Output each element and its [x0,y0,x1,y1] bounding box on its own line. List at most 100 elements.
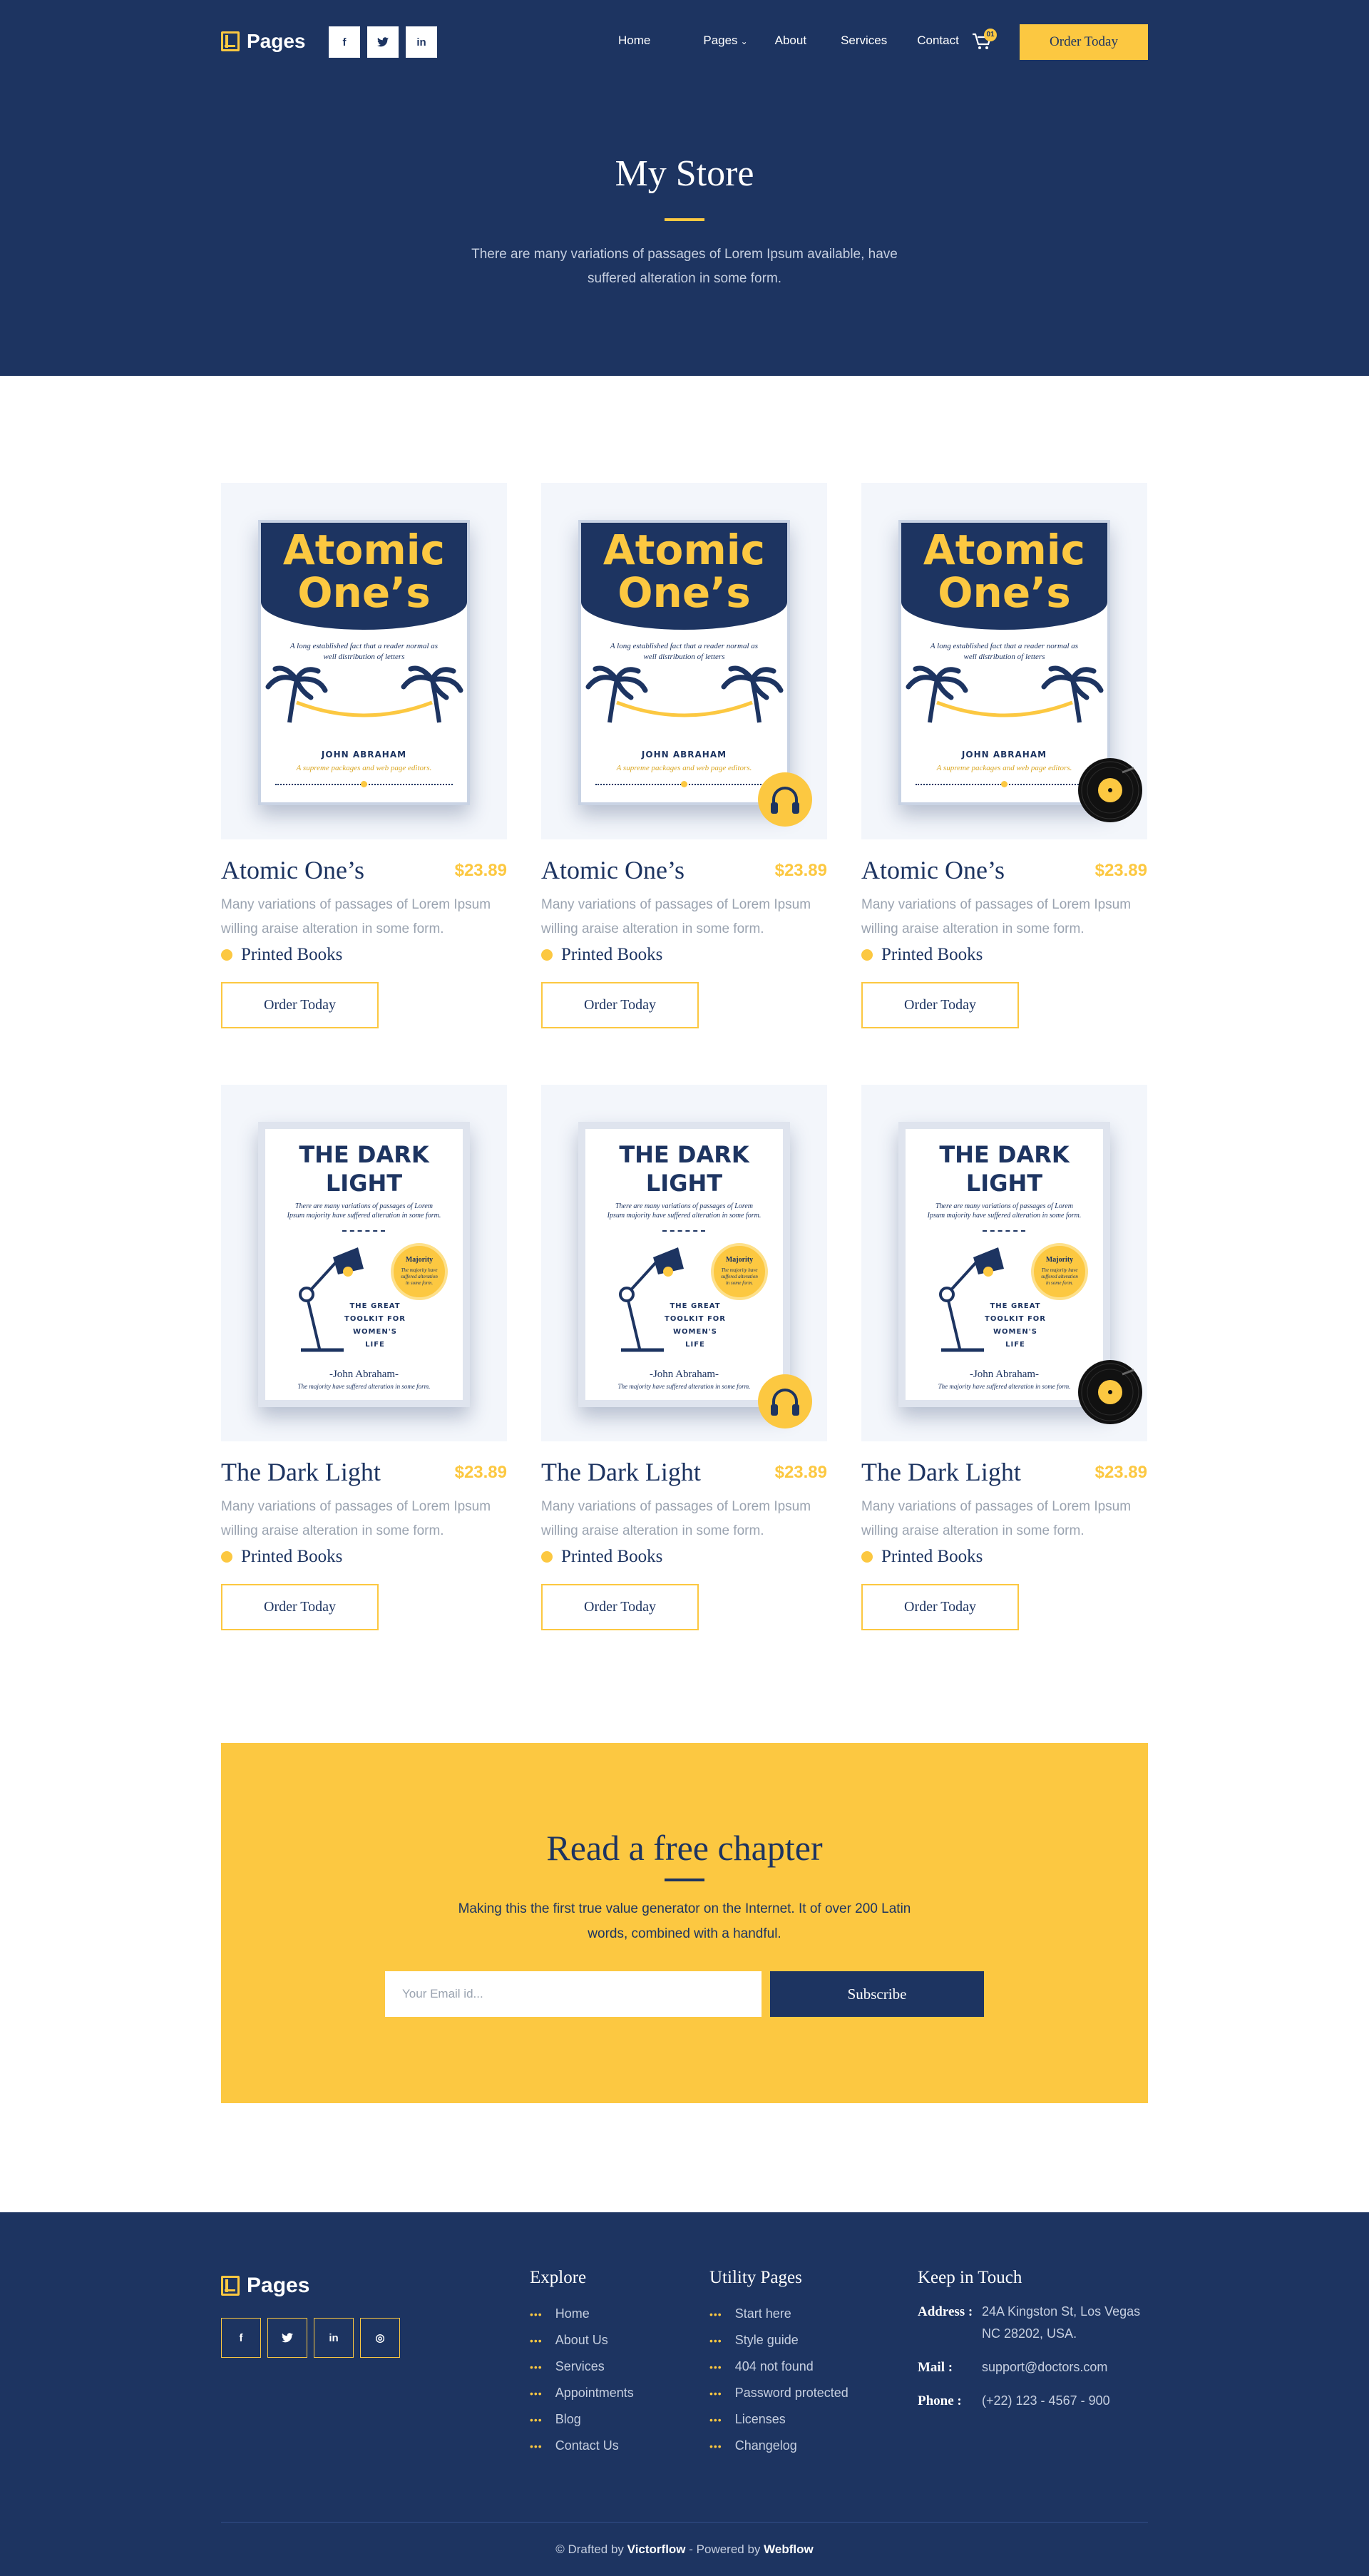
headphones-icon [771,787,799,814]
product-title[interactable]: Atomic One’s [221,855,364,885]
menu-home[interactable]: Home [618,34,650,48]
footer-link[interactable]: ••• Changelog [709,2433,848,2459]
cover-title-line2: LIGHT [965,1170,1043,1197]
order-button[interactable]: Order Today [221,1584,379,1630]
cover-tagline: A supreme packages and web page editors. [296,764,432,772]
contact-address: Address : 24A Kingston St, Los Vegas NC … [918,2301,1153,2345]
bullet-dots-icon: ••• [530,2308,543,2320]
footer-link[interactable]: ••• Password protected [709,2380,848,2406]
product-image[interactable]: THE DARK LIGHT There are many variations… [861,1085,1147,1441]
facebook-glyph: f [239,2331,243,2344]
header-order-button[interactable]: Order Today [1020,24,1148,60]
cover-title-line1: Atomic [923,526,1086,574]
main-menu: Home Pages ⌄ About Services Contact [618,34,959,48]
product-image[interactable]: Atomic One’s A long established fact tha… [221,483,507,839]
footer-link-label: Changelog [734,2438,797,2453]
product-image[interactable]: THE DARK LIGHT There are many variations… [541,1085,827,1441]
product-description: Many variations of passages of Lorem Ips… [221,897,491,936]
hero-section: Pages f in Home Pages ⌄ About Services Co… [0,0,1369,376]
footer-link[interactable]: ••• About Us [530,2327,634,2353]
vinyl-badge[interactable] [1078,1360,1142,1424]
facebook-icon[interactable]: f [221,2318,261,2358]
footer-link[interactable]: ••• Services [530,2353,634,2380]
order-button[interactable]: Order Today [541,982,699,1028]
footer-utility: Utility Pages ••• Start here ••• Style guid… [709,2268,848,2459]
footer-link[interactable]: ••• Home [530,2301,634,2327]
cart-icon[interactable]: 01 [971,29,997,53]
menu-pages[interactable]: Pages ⌄ [703,34,747,48]
logo[interactable]: Pages [221,30,306,53]
cover-author: JOHN ABRAHAM [321,750,407,760]
cover-title-line2: One’s [297,568,431,617]
product-title[interactable]: Atomic One’s [541,855,684,885]
bullet-dots-icon: ••• [709,2308,722,2320]
victorflow-link[interactable]: Victorflow [627,2542,686,2556]
order-button[interactable]: Order Today [861,982,1019,1028]
product-title[interactable]: The Dark Light [541,1457,701,1487]
cart-count-badge: 01 [984,29,997,41]
footer-link[interactable]: ••• 404 not found [709,2353,848,2380]
product-category: Printed Books [221,945,342,965]
webflow-link[interactable]: Webflow [764,2542,814,2556]
newsletter-subtitle: Making this the first true value generat… [458,1901,911,1941]
product-title[interactable]: The Dark Light [861,1457,1021,1487]
newsletter-title: Read a free chapter [546,1828,823,1868]
footer-link-label: Home [555,2306,590,2321]
cover-title-line1: Atomic [282,526,446,574]
page: Pages f in Home Pages ⌄ About Services Co… [0,0,1369,2576]
linkedin-glyph: in [416,36,426,48]
menu-services[interactable]: Services [841,34,887,48]
footer-link[interactable]: ••• Appointments [530,2380,634,2406]
product-image[interactable]: Atomic One’s A long established fact tha… [861,483,1147,839]
contact-mail: Mail : support@doctors.com [918,2356,1153,2378]
menu-about[interactable]: About [775,34,806,48]
product-image[interactable]: THE DARK LIGHT There are many variations… [221,1085,507,1441]
newsletter-section: Read a free chapter Making this the firs… [221,1743,1148,2103]
footer-link[interactable]: ••• Start here [709,2301,848,2327]
phone-value[interactable]: (+22) 123 - 4567 - 900 [982,2390,1153,2412]
footer-link[interactable]: ••• Style guide [709,2327,848,2353]
bullet-dots-icon: ••• [709,2413,722,2426]
book-cover-dark: THE DARK LIGHT There are many variations… [258,1122,470,1407]
vinyl-badge[interactable] [1078,758,1142,822]
footer-explore: Explore ••• Home ••• About Us ••• Services •••… [530,2268,634,2459]
footer-link-label: Services [555,2359,605,2373]
category-label: Printed Books [561,1547,663,1566]
bullet-dots-icon: ••• [709,2387,722,2399]
palm-trees-illustration [265,665,463,723]
product-title[interactable]: The Dark Light [221,1457,381,1487]
subscribe-button[interactable]: Subscribe [770,1971,984,2017]
linkedin-icon[interactable]: in [406,26,437,58]
twitter-icon[interactable] [367,26,399,58]
email-field[interactable] [385,1971,762,2017]
cover-blurb: A long established fact that a reader no… [930,642,1079,661]
product-title[interactable]: Atomic One’s [861,855,1005,885]
cover-toolkit: THE GREAT TOOLKIT FOR WOMEN'S LIFE [344,1302,406,1349]
menu-contact[interactable]: Contact [917,34,959,48]
product-card: Atomic One’s A long established fact tha… [541,483,827,1032]
audiobook-badge[interactable] [758,1374,812,1428]
audiobook-badge[interactable] [758,772,812,827]
footer-link[interactable]: ••• Blog [530,2406,634,2433]
bullet-dots-icon: ••• [709,2440,722,2452]
order-button[interactable]: Order Today [861,1584,1019,1630]
book-cover-atomic: Atomic One’s A long established fact tha… [258,520,470,805]
product-price: $23.89 [1094,861,1147,880]
product-image[interactable]: Atomic One’s A long established fact tha… [541,483,827,839]
category-label: Printed Books [241,945,343,964]
footer-logo[interactable]: Pages [221,2274,309,2298]
order-button[interactable]: Order Today [221,982,379,1028]
mail-value[interactable]: support@doctors.com [982,2356,1153,2378]
product-price: $23.89 [774,861,827,880]
cover-tagline: A supreme packages and web page editors. [936,764,1072,772]
book-cover-atomic: Atomic One’s A long established fact tha… [578,520,790,805]
book-image: Atomic One’s A long established fact tha… [258,520,470,805]
instagram-icon[interactable]: ◎ [360,2318,400,2358]
order-button[interactable]: Order Today [541,1584,699,1630]
footer-link[interactable]: ••• Licenses [709,2406,848,2433]
cover-small-divider [342,1230,385,1232]
facebook-icon[interactable]: f [329,26,360,58]
footer-link[interactable]: ••• Contact Us [530,2433,634,2459]
twitter-icon[interactable] [267,2318,307,2358]
linkedin-icon[interactable]: in [314,2318,354,2358]
